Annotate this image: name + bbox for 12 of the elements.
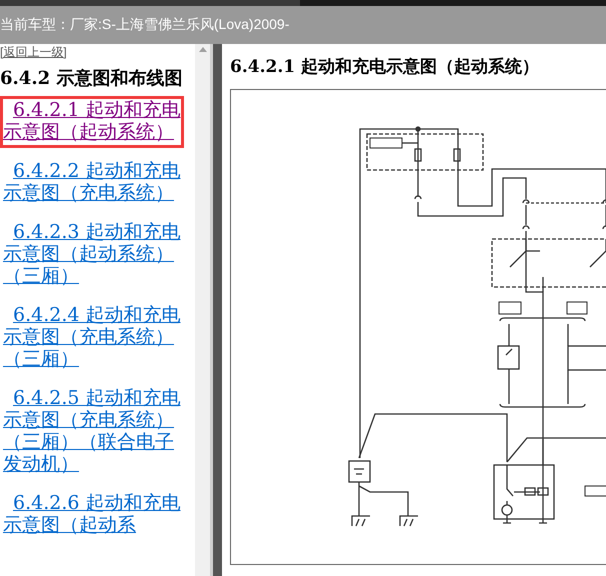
splitter[interactable] [210,44,222,576]
section-heading: 6.4.2 示意图和布线图 [0,68,184,90]
chapter-link[interactable]: 6.4.2.5 起动和充电示意图（充电系统）（三厢）（联合电子发动机） [3,387,181,475]
back-link[interactable]: [返回上一级] [0,45,195,59]
chapter-link[interactable]: 6.4.2.3 起动和充电示意图（起动系统）（三厢） [3,221,181,287]
current-model-label: 当前车型：厂家:S-上海雪佛兰乐风(Lova)2009- [0,16,290,32]
chapter-link[interactable]: 6.4.2.4 起动和充电示意图（充电系统）（三厢） [3,304,181,370]
scroll-up-icon[interactable] [198,47,206,52]
page-title: 6.4.2.1 起动和充电示意图（起动系统） [230,56,540,78]
chapter-link[interactable]: 6.4.2.2 起动和充电示意图（充电系统） [3,160,181,204]
scrollbar[interactable] [195,44,210,576]
chapter-link[interactable]: 6.4.2.6 起动和充电示意图（起动系 [3,492,181,536]
